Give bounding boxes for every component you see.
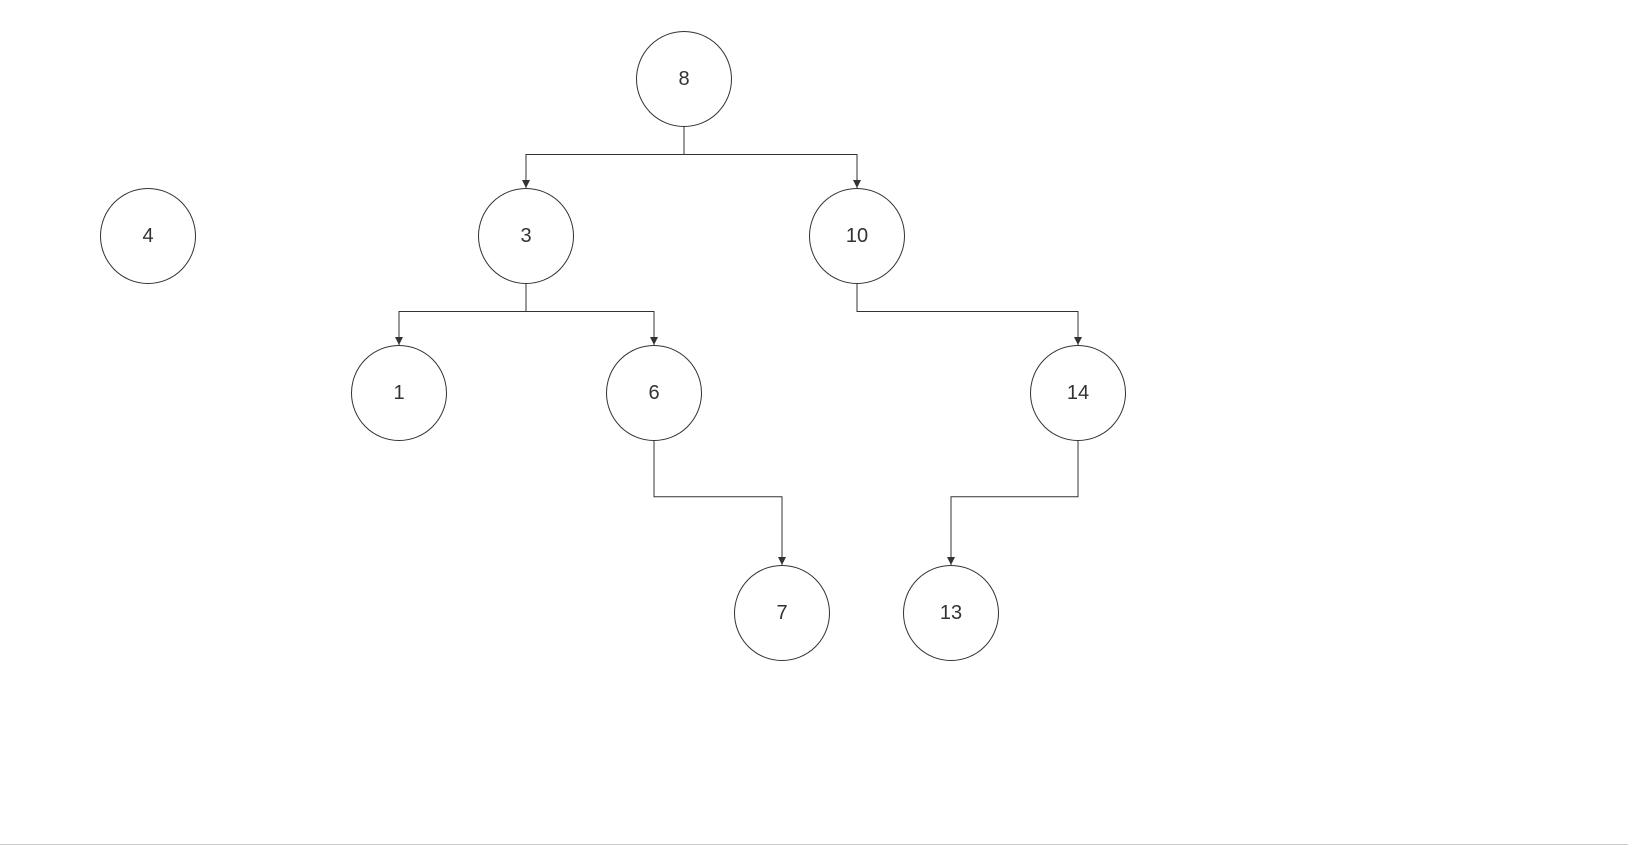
tree-node-4[interactable]: 4	[100, 188, 196, 284]
tree-node-10[interactable]: 10	[809, 188, 905, 284]
tree-node-8[interactable]: 8	[636, 31, 732, 127]
tree-edge	[857, 284, 1078, 345]
node-label: 14	[1067, 382, 1089, 405]
node-label: 1	[393, 382, 404, 405]
tree-edge	[526, 284, 654, 345]
tree-edge	[526, 127, 684, 188]
node-label: 13	[940, 602, 962, 625]
tree-edge	[654, 441, 782, 565]
tree-edge	[951, 441, 1078, 565]
node-label: 10	[846, 225, 868, 248]
node-label: 7	[776, 602, 787, 625]
tree-edges-layer	[0, 0, 1628, 845]
node-label: 6	[648, 382, 659, 405]
tree-node-14[interactable]: 14	[1030, 345, 1126, 441]
tree-node-7[interactable]: 7	[734, 565, 830, 661]
tree-node-3[interactable]: 3	[478, 188, 574, 284]
tree-edge	[399, 284, 526, 345]
tree-node-1[interactable]: 1	[351, 345, 447, 441]
node-label: 4	[142, 225, 153, 248]
node-label: 8	[678, 68, 689, 91]
tree-node-13[interactable]: 13	[903, 565, 999, 661]
tree-node-6[interactable]: 6	[606, 345, 702, 441]
node-label: 3	[520, 225, 531, 248]
tree-edge	[684, 127, 857, 188]
